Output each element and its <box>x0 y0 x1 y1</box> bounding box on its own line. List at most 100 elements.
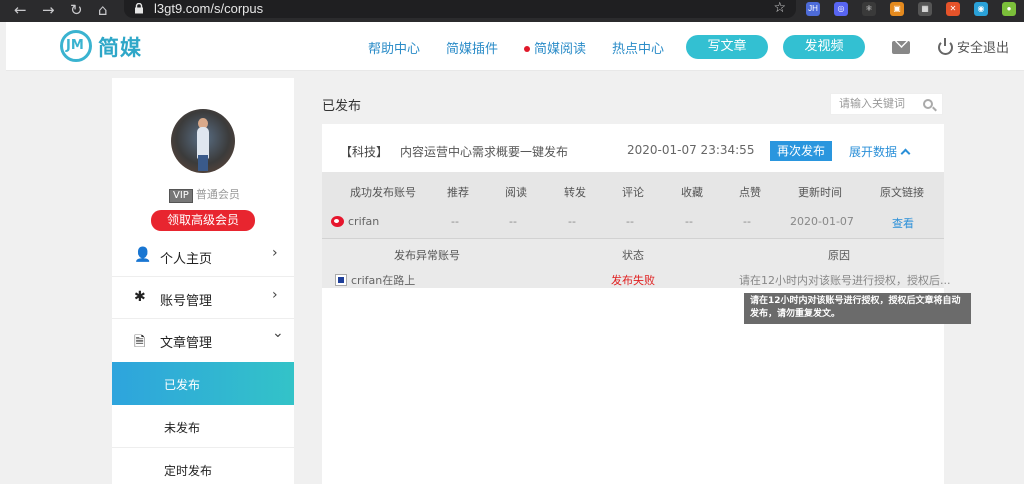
account-name: crifan在路上 <box>351 274 416 287</box>
stat-cell: -- <box>509 215 517 228</box>
sidebar-item-label: 个人主页 <box>160 252 213 267</box>
vip-badge: VIP <box>169 189 193 203</box>
article-title[interactable]: 内容运营中心需求概要一键发布 <box>400 143 568 160</box>
column-header: 原文链接 <box>880 186 924 199</box>
sidebar-sub-label: 未发布 <box>164 421 201 435</box>
logo-mark-text: JM <box>66 38 84 53</box>
member-level: VIP 普通会员 <box>169 186 240 203</box>
chevron-up-icon <box>900 148 911 159</box>
mail-icon[interactable] <box>892 41 910 54</box>
sidebar-item-accounts[interactable]: ✱ 账号管理 › <box>112 277 294 319</box>
extension-icon-7[interactable]: ◉ <box>974 2 988 16</box>
extension-icon-2[interactable]: ◎ <box>834 2 848 16</box>
person-icon: 👤 <box>134 247 152 263</box>
stat-cell: -- <box>685 215 693 228</box>
chevron-down-icon: ⌄ <box>272 325 284 341</box>
account-cell: crifan在路上 <box>335 272 415 288</box>
view-link[interactable]: 查看 <box>892 215 914 231</box>
stat-cell: -- <box>568 215 576 228</box>
back-button[interactable]: ← <box>14 2 27 18</box>
qr-icon[interactable]: ▦ <box>918 2 932 16</box>
weibo-icon <box>331 215 344 227</box>
sidebar-sub-label: 定时发布 <box>164 464 213 478</box>
column-header: 发布异常账号 <box>394 249 460 262</box>
expand-data-label: 展开数据 <box>849 145 898 159</box>
react-icon[interactable]: ⚛ <box>862 2 876 16</box>
sidebar-item-label: 账号管理 <box>160 294 213 309</box>
jh-extension-icon[interactable]: JH <box>806 2 820 16</box>
bookmark-star-icon[interactable]: ☆ <box>773 0 786 16</box>
sidebar-sub-label: 已发布 <box>164 378 201 392</box>
column-header: 转发 <box>564 186 586 199</box>
logo-text: 简媒 <box>98 36 142 60</box>
stat-cell: -- <box>626 215 634 228</box>
write-article-button[interactable]: 写文章 <box>686 35 768 59</box>
sidebar-sub-scheduled[interactable]: 定时发布 <box>112 448 294 484</box>
site-header: JM 简媒 帮助中心 简媒插件 简媒阅读 热点中心 写文章 发视频 安全退出 <box>6 22 1024 71</box>
home-button[interactable]: ⌂ <box>98 2 108 18</box>
lock-icon <box>135 3 143 14</box>
search-icon[interactable] <box>923 99 933 109</box>
column-header: 更新时间 <box>798 186 842 199</box>
logout-label: 安全退出 <box>957 41 1010 56</box>
reload-button[interactable]: ↻ <box>70 2 83 18</box>
chevron-right-icon: › <box>272 245 278 261</box>
avatar[interactable] <box>171 109 235 173</box>
logout-button[interactable]: 安全退出 <box>938 37 1009 56</box>
power-icon <box>938 38 953 55</box>
status-badge: 发布失败 <box>611 274 655 287</box>
article-category: 【科技】 <box>340 145 389 159</box>
article-time: 2020-01-07 23:34:55 <box>627 143 755 157</box>
extension-icon-8[interactable]: ● <box>1002 2 1016 16</box>
extension-icon-4[interactable]: ▣ <box>890 2 904 16</box>
reason-tooltip: 请在12小时内对该账号进行授权，授权后文章将自动发布，请勿重复发文。 <box>744 293 971 324</box>
error-table: 发布异常账号 状态 原因 crifan在路上 发布失败 请在12小时内对该账号进… <box>322 239 951 288</box>
column-header: 阅读 <box>505 186 527 199</box>
page-title: 已发布 <box>322 99 362 114</box>
nav-hot-center[interactable]: 热点中心 <box>612 38 664 57</box>
sidebar-sub-unpublished[interactable]: 未发布 <box>112 405 294 448</box>
column-header: 推荐 <box>447 186 469 199</box>
account-cell: crifan <box>331 215 379 228</box>
search-input[interactable] <box>839 97 919 110</box>
expand-data-toggle[interactable]: 展开数据 <box>849 143 911 160</box>
browser-toolbar: ← → ↻ ⌂ l3gt9.com/s/corpus ☆ JH ◎ ⚛ ▣ ▦ ✕ ◉ ● <box>0 0 1024 22</box>
search-box[interactable] <box>830 93 943 115</box>
sidebar-item-label: 文章管理 <box>160 336 213 351</box>
extension-icon-6[interactable]: ✕ <box>946 2 960 16</box>
document-icon: 🗎 <box>134 334 146 350</box>
column-header: 评论 <box>622 186 644 199</box>
account-name: crifan <box>348 215 380 228</box>
sidebar-sub-published[interactable]: 已发布 <box>112 362 294 405</box>
unread-dot-icon <box>524 45 530 52</box>
update-time-cell: 2020-01-07 <box>790 215 854 228</box>
column-header: 点赞 <box>739 186 761 199</box>
sidebar-item-profile[interactable]: 👤 个人主页 › <box>112 235 294 277</box>
nav-reading[interactable]: 简媒阅读 <box>524 38 586 57</box>
nav-help-center[interactable]: 帮助中心 <box>368 38 420 57</box>
column-header: 成功发布账号 <box>350 186 416 199</box>
stat-cell: -- <box>743 215 751 228</box>
member-level-label: 普通会员 <box>195 188 240 201</box>
nav-plugin[interactable]: 简媒插件 <box>446 38 498 57</box>
gear-icon: ✱ <box>134 289 146 305</box>
sidebar-item-articles[interactable]: 🗎 文章管理 ⌄ <box>112 319 294 361</box>
post-video-button[interactable]: 发视频 <box>783 35 865 59</box>
column-header: 原因 <box>828 249 850 262</box>
nav-reading-label: 简媒阅读 <box>534 42 587 57</box>
forward-button[interactable]: → <box>42 2 55 18</box>
address-bar[interactable]: l3gt9.com/s/corpus ☆ <box>124 0 796 18</box>
column-header: 状态 <box>622 249 644 262</box>
url-text: l3gt9.com/s/corpus <box>154 1 264 16</box>
column-header: 收藏 <box>681 186 703 199</box>
stats-table: 成功发布账号 推荐 阅读 转发 评论 收藏 点赞 更新时间 原文链接 crifa… <box>322 172 951 288</box>
toutiao-icon <box>335 274 347 286</box>
republish-button[interactable]: 再次发布 <box>770 141 832 161</box>
article-header: 【科技】 内容运营中心需求概要一键发布 2020-01-07 23:34:55 … <box>322 124 944 172</box>
reason-cell[interactable]: 请在12小时内对该账号进行授权，授权后... <box>739 272 951 288</box>
chevron-right-icon: › <box>272 287 278 303</box>
get-vip-button[interactable]: 领取高级会员 <box>151 210 255 231</box>
sidebar: VIP 普通会员 领取高级会员 👤 个人主页 › ✱ 账号管理 › 🗎 文章管理 … <box>112 78 294 484</box>
logo-mark-icon: JM <box>60 30 92 62</box>
stat-cell: -- <box>451 215 459 228</box>
